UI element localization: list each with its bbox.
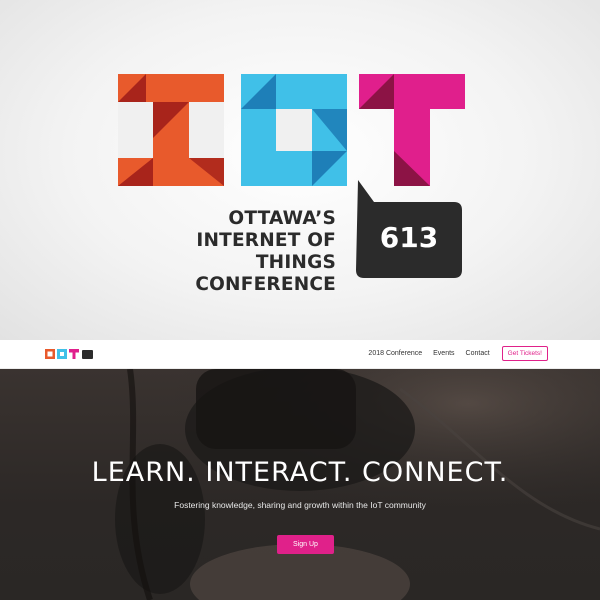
tagline-line-3: CONFERENCE	[195, 274, 336, 295]
get-tickets-button[interactable]: Get Tickets!	[501, 346, 548, 361]
nav-links: 2018 Conference Events Contact Get Ticke…	[357, 345, 548, 362]
nav-logo[interactable]	[45, 348, 93, 360]
tagline-line-1: OTTAWA’S	[228, 208, 336, 229]
bubble-label: 613	[379, 221, 439, 254]
logo-letter-t	[359, 74, 465, 186]
sign-up-button[interactable]: Sign Up	[277, 535, 334, 554]
hero-title: LEARN. INTERACT. CONNECT.	[91, 457, 509, 488]
nav-link-2018-conference[interactable]: 2018 Conference	[368, 345, 422, 362]
logo-letter-i	[118, 74, 224, 186]
nav-link-contact[interactable]: Contact	[466, 345, 490, 362]
tagline-line-2: INTERNET OF THINGS	[196, 230, 336, 273]
tagline: OTTAWA’S INTERNET OF THINGS CONFERENCE	[110, 208, 336, 296]
iot-logo	[118, 74, 465, 186]
logo-letter-o	[241, 74, 347, 186]
brand-banner: OTTAWA’S INTERNET OF THINGS CONFERENCE 6…	[0, 0, 600, 340]
nav-link-events[interactable]: Events	[433, 345, 454, 362]
hero-section: LEARN. INTERACT. CONNECT. Fostering know…	[0, 369, 600, 600]
top-navbar: 2018 Conference Events Contact Get Ticke…	[0, 340, 600, 369]
hero-subtitle: Fostering knowledge, sharing and growth …	[174, 500, 426, 510]
